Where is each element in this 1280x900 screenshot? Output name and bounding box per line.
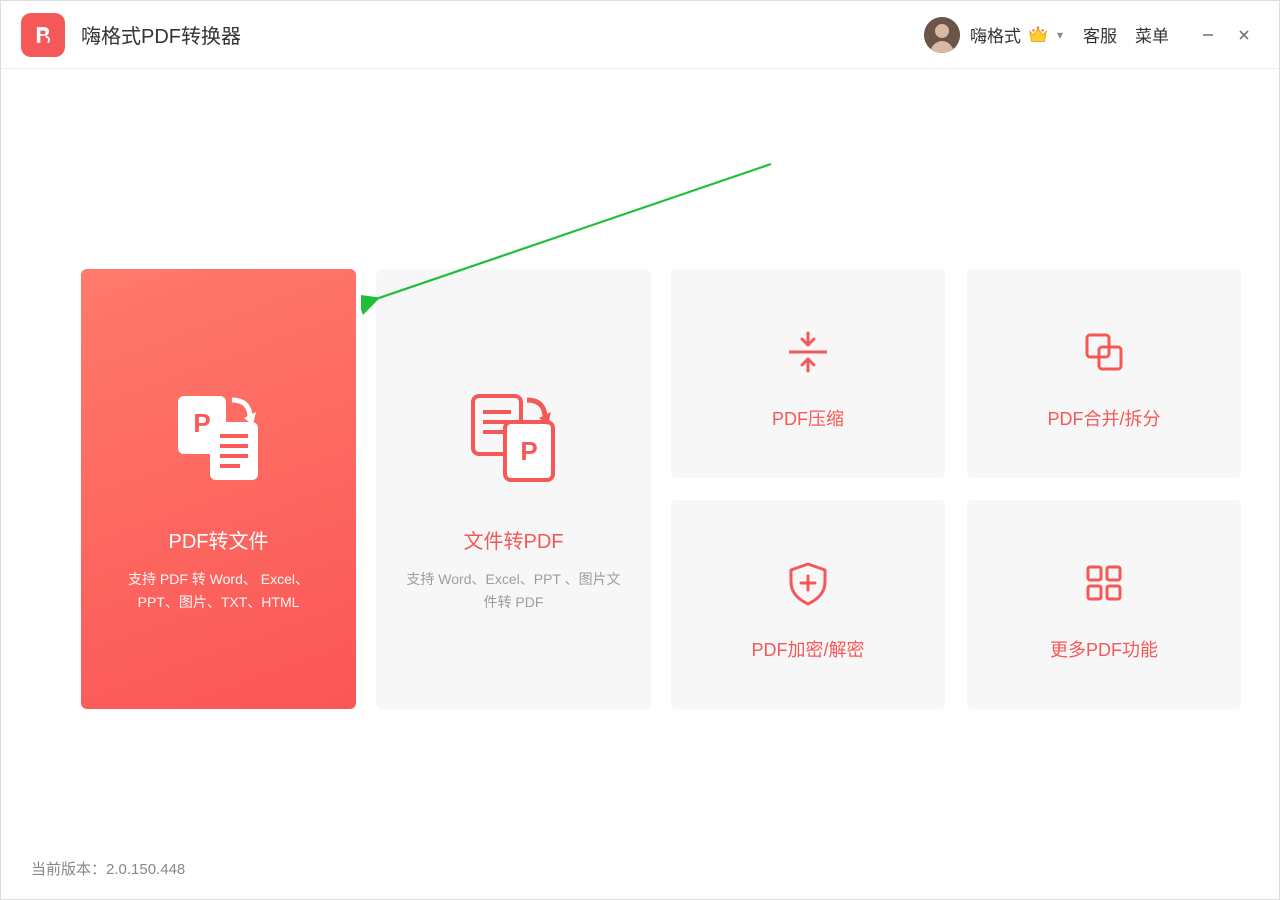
footer: 当前版本：2.0.150.448: [1, 844, 1279, 899]
card-title: PDF转文件: [169, 525, 269, 554]
nav-menu[interactable]: 菜单: [1135, 22, 1169, 47]
card-desc: 支持 PDF 转 Word、 Excel、PPT、图片、TXT、HTML: [101, 568, 336, 613]
username-label: 嗨格式: [970, 22, 1021, 47]
user-dropdown-caret-icon[interactable]: ▾: [1057, 28, 1063, 42]
main-content: P PDF转文件 支持 PDF 转 Word、 Excel、PPT、图片、TXT…: [1, 69, 1279, 844]
grid-icon: [1079, 548, 1129, 618]
compress-icon: [783, 317, 833, 387]
card-pdf-to-file[interactable]: P PDF转文件 支持 PDF 转 Word、 Excel、PPT、图片、TXT…: [81, 269, 356, 709]
card-pdf-more[interactable]: 更多PDF功能: [967, 500, 1241, 709]
card-file-to-pdf[interactable]: P 文件转PDF 支持 Word、Excel、PPT 、图片文件转 PDF: [376, 269, 651, 709]
version-value: 2.0.150.448: [106, 861, 185, 878]
titlebar: 嗨格式PDF转换器 嗨格式 ▾ 客服 菜单: [1, 1, 1279, 69]
card-title: PDF合并/拆分: [1047, 405, 1160, 431]
svg-text:P: P: [520, 436, 537, 466]
merge-split-icon: [1079, 317, 1129, 387]
svg-text:P: P: [193, 408, 210, 438]
card-title: 更多PDF功能: [1050, 636, 1158, 662]
nav-customer-service[interactable]: 客服: [1083, 22, 1117, 47]
minimize-button[interactable]: [1193, 20, 1223, 50]
card-title: PDF压缩: [772, 405, 844, 431]
close-button[interactable]: [1229, 20, 1259, 50]
user-avatar[interactable]: [924, 17, 960, 53]
feature-grid: P PDF转文件 支持 PDF 转 Word、 Excel、PPT、图片、TXT…: [81, 269, 1199, 709]
card-title: 文件转PDF: [464, 525, 564, 554]
card-pdf-merge-split[interactable]: PDF合并/拆分: [967, 269, 1241, 478]
shield-plus-icon: [783, 548, 833, 618]
version-label: 当前版本：: [31, 861, 106, 878]
app-logo-icon: [21, 13, 65, 57]
vip-crown-icon: [1027, 24, 1049, 46]
card-title: PDF加密/解密: [751, 636, 864, 662]
app-window: 嗨格式PDF转换器 嗨格式 ▾ 客服 菜单: [0, 0, 1280, 900]
file-to-pdf-icon: P: [459, 365, 569, 505]
card-pdf-encrypt[interactable]: PDF加密/解密: [671, 500, 945, 709]
app-title: 嗨格式PDF转换器: [81, 20, 241, 49]
card-pdf-compress[interactable]: PDF压缩: [671, 269, 945, 478]
pdf-to-file-icon: P: [164, 365, 274, 505]
card-desc: 支持 Word、Excel、PPT 、图片文件转 PDF: [396, 568, 631, 613]
